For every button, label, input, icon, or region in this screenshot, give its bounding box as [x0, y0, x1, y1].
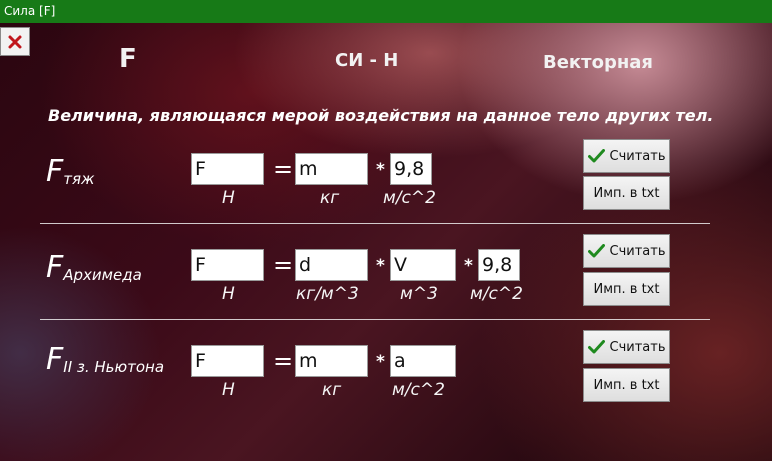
gravity-g-field[interactable] [390, 153, 432, 185]
archimedes-result-field[interactable] [191, 249, 264, 281]
unit-label: м/с^2 [470, 284, 523, 304]
button-label: Считать [609, 148, 666, 164]
formula-archimedes-name: F Архимеда [46, 253, 142, 283]
button-label: Считать [609, 243, 666, 259]
section-divider [40, 223, 710, 224]
newton-acceleration-field[interactable] [390, 345, 456, 377]
quantity-symbol: F [119, 44, 137, 74]
formula-subscript: Архимеда [63, 266, 142, 284]
archimedes-calc-button[interactable]: Считать [583, 234, 670, 268]
archimedes-g-field[interactable] [478, 249, 520, 281]
formula-gravity-name: F тяж [46, 157, 95, 187]
unit-label: Н [222, 188, 235, 208]
gravity-export-button[interactable]: Имп. в txt [583, 176, 670, 210]
equals-sign: = [273, 251, 294, 279]
multiply-sign: * [464, 256, 473, 276]
unit-label: м^3 [400, 284, 438, 304]
close-button[interactable] [0, 27, 30, 56]
section-divider [40, 319, 710, 320]
formula-symbol: F [46, 154, 64, 189]
unit-label: м/с^2 [383, 188, 436, 208]
unit-label: Н [222, 284, 235, 304]
gravity-result-field[interactable] [191, 153, 264, 185]
unit-label: Н [222, 380, 235, 400]
multiply-sign: * [376, 352, 385, 372]
button-label: Имп. в txt [593, 281, 660, 297]
unit-label: кг [320, 188, 340, 208]
newton-result-field[interactable] [191, 345, 264, 377]
button-label: Считать [609, 339, 666, 355]
gravity-mass-field[interactable] [295, 153, 368, 185]
formula-symbol: F [46, 342, 64, 377]
newton-calc-button[interactable]: Считать [583, 330, 670, 364]
unit-label: м/с^2 [392, 380, 445, 400]
newton-mass-field[interactable] [295, 345, 368, 377]
formula-subscript: тяж [63, 170, 95, 188]
formula-subscript: II з. Ньютона [63, 358, 165, 376]
si-unit-label: СИ - Н [335, 50, 399, 71]
equals-sign: = [273, 155, 294, 183]
unit-label: кг [322, 380, 342, 400]
equals-sign: = [273, 347, 294, 375]
formula-newton-name: F II з. Ньютона [46, 345, 164, 375]
button-label: Имп. в txt [593, 377, 660, 393]
archimedes-volume-field[interactable] [390, 249, 456, 281]
archimedes-export-button[interactable]: Имп. в txt [583, 272, 670, 306]
multiply-sign: * [376, 160, 385, 180]
window-title-bar: Сила [F] [0, 0, 772, 23]
unit-label: кг/м^3 [296, 284, 359, 304]
gravity-calc-button[interactable]: Считать [583, 139, 670, 173]
checkmark-icon [587, 244, 605, 258]
checkmark-icon [587, 149, 605, 163]
button-label: Имп. в txt [593, 185, 660, 201]
archimedes-density-field[interactable] [295, 249, 368, 281]
multiply-sign: * [376, 256, 385, 276]
checkmark-icon [587, 340, 605, 354]
formula-symbol: F [46, 250, 64, 285]
quantity-type-label: Векторная [543, 52, 653, 73]
window-title: Сила [F] [4, 4, 56, 18]
quantity-description: Величина, являющаяся мерой воздействия н… [48, 106, 714, 125]
newton-export-button[interactable]: Имп. в txt [583, 368, 670, 402]
close-x-icon [8, 35, 22, 48]
